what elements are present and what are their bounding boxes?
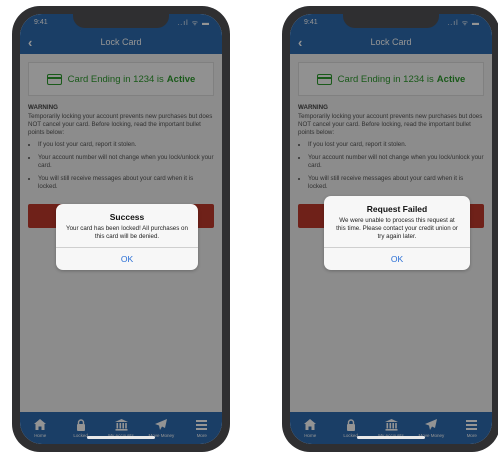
phone-notch bbox=[73, 14, 169, 28]
success-alert: Success Your card has been locked! All p… bbox=[56, 204, 198, 270]
home-indicator bbox=[87, 436, 155, 439]
phone-screen: 9:41 ..ıl ᯤ ▬ ‹ Lock Card Card Ending in… bbox=[20, 14, 222, 444]
alert-message: Your card has been locked! All purchases… bbox=[66, 225, 188, 240]
alert-title: Success bbox=[109, 212, 145, 222]
alert-title: Request Failed bbox=[366, 204, 428, 214]
home-indicator bbox=[357, 436, 425, 439]
phone-screen: 9:41 ..ıl ᯤ ▬ ‹ Lock Card Card Ending in… bbox=[290, 14, 492, 444]
phone-failed: 9:41 ..ıl ᯤ ▬ ‹ Lock Card Card Ending in… bbox=[282, 6, 498, 452]
request-failed-alert: Request Failed We were unable to process… bbox=[324, 196, 470, 270]
phone-notch bbox=[343, 14, 439, 28]
phone-success: 9:41 ..ıl ᯤ ▬ ‹ Lock Card Card Ending in… bbox=[12, 6, 230, 452]
alert-message: We were unable to process this request a… bbox=[336, 217, 458, 240]
alert-ok-button[interactable]: OK bbox=[56, 247, 198, 270]
alert-ok-button[interactable]: OK bbox=[324, 247, 470, 270]
